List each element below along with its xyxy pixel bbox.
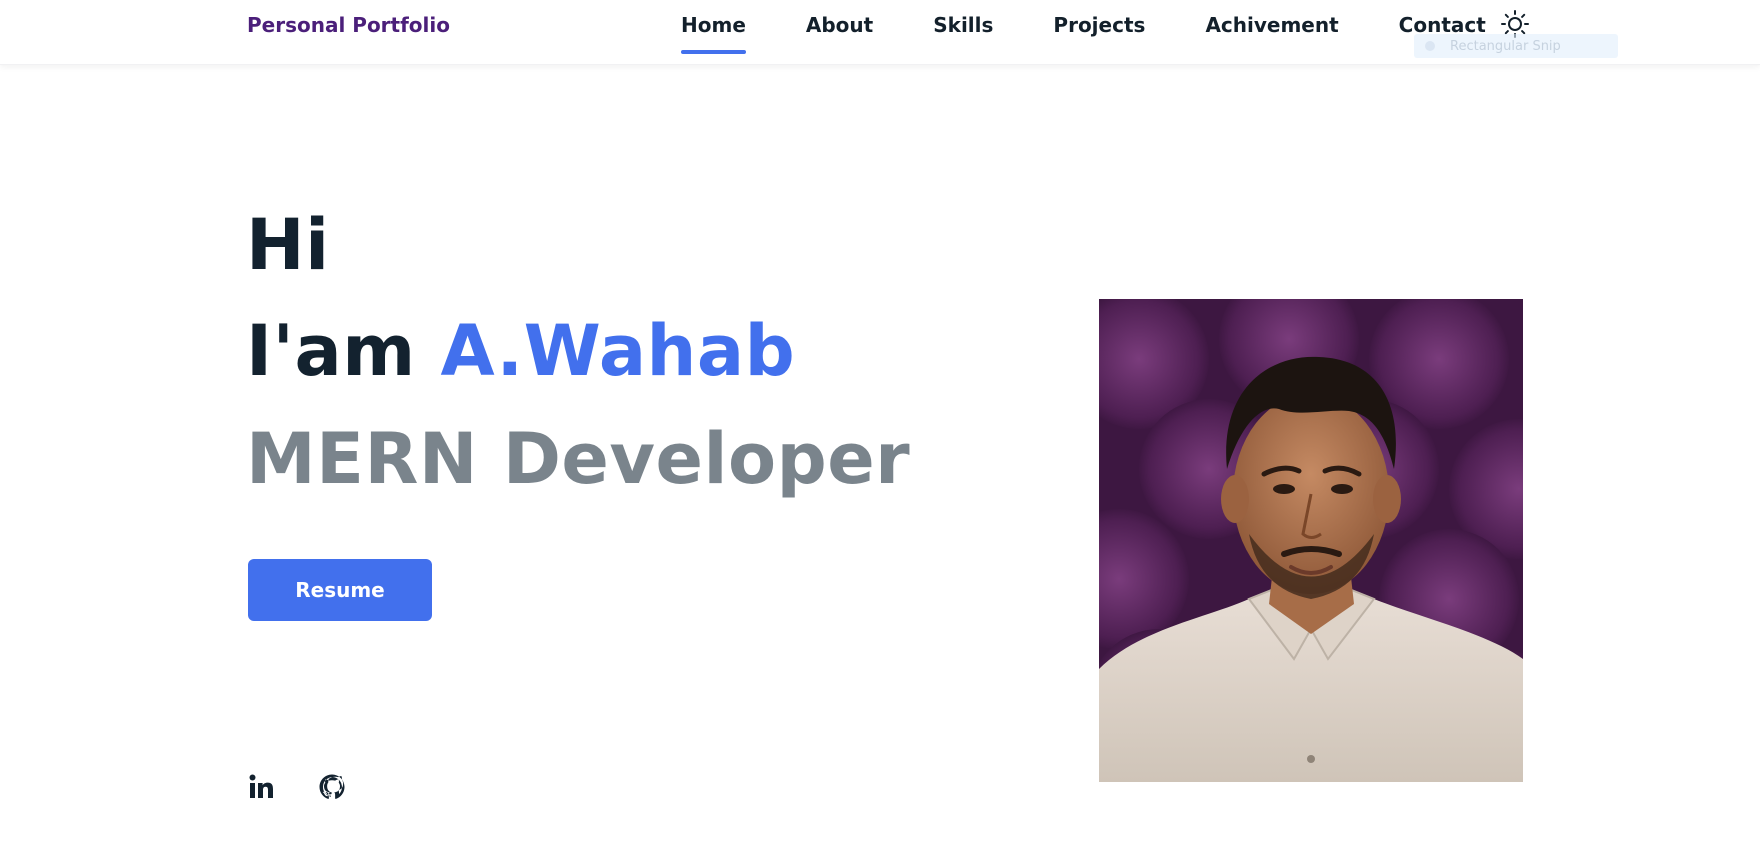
resume-button[interactable]: Resume <box>248 559 432 621</box>
snip-label: Rectangular Snip <box>1450 39 1561 54</box>
snip-tooltip: Rectangular Snip <box>1414 34 1618 58</box>
hero-intro: I'am A.Wahab <box>246 316 795 386</box>
nav-item-projects[interactable]: Projects <box>1053 11 1145 55</box>
site-header: Personal Portfolio Home About Skills Pro… <box>0 0 1760 65</box>
nav-item-skills[interactable]: Skills <box>933 11 993 55</box>
hero-intro-prefix: I'am <box>246 310 416 392</box>
profile-photo <box>1099 299 1523 782</box>
nav-item-home[interactable]: Home <box>681 11 746 55</box>
hero-greeting: Hi <box>246 204 330 286</box>
linkedin-icon[interactable] <box>247 772 277 802</box>
nav-item-about[interactable]: About <box>806 11 873 55</box>
brand-logo[interactable]: Personal Portfolio <box>247 13 450 37</box>
github-icon[interactable] <box>317 772 347 802</box>
main-nav: Home About Skills Projects Achivement Co… <box>681 11 1486 55</box>
hero-name: A.Wahab <box>440 310 796 392</box>
hero-role: MERN Developer <box>246 418 911 500</box>
snip-dot-icon <box>1425 41 1435 51</box>
nav-item-achivement[interactable]: Achivement <box>1205 11 1338 55</box>
